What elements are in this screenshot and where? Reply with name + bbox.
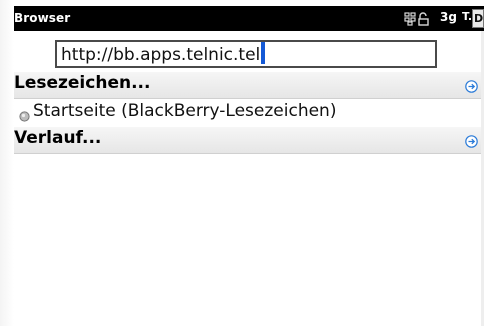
expand-arrow-icon[interactable] [465,133,478,148]
bookmark-list: Lesezeichen... Startseite (BlackBerry-Le… [14,72,484,326]
truncated-label: DI [472,9,484,28]
history-section[interactable]: Verlauf... [14,127,484,154]
network-type: 3g [440,10,457,24]
bookmark-label: Startseite (BlackBerry-Lesezeichen) [33,101,337,121]
bookmarks-section[interactable]: Lesezeichen... [14,72,484,99]
bookmarks-title: Lesezeichen... [14,73,151,93]
url-input[interactable]: http://bb.apps.telnic.tel [55,40,437,68]
bullet-icon [19,107,30,122]
text-cursor [261,42,266,64]
url-text: http://bb.apps.telnic.tel [61,45,261,65]
status-bar: Browser 3g T.ıl DI [14,6,484,31]
expand-arrow-icon[interactable] [465,78,478,93]
app-title: Browser [14,11,71,25]
blackberry-icon [404,11,417,30]
history-title: Verlauf... [14,128,102,148]
window-edge [0,0,14,326]
list-item[interactable]: Startseite (BlackBerry-Lesezeichen) [14,99,484,126]
lock-icon [418,11,430,30]
